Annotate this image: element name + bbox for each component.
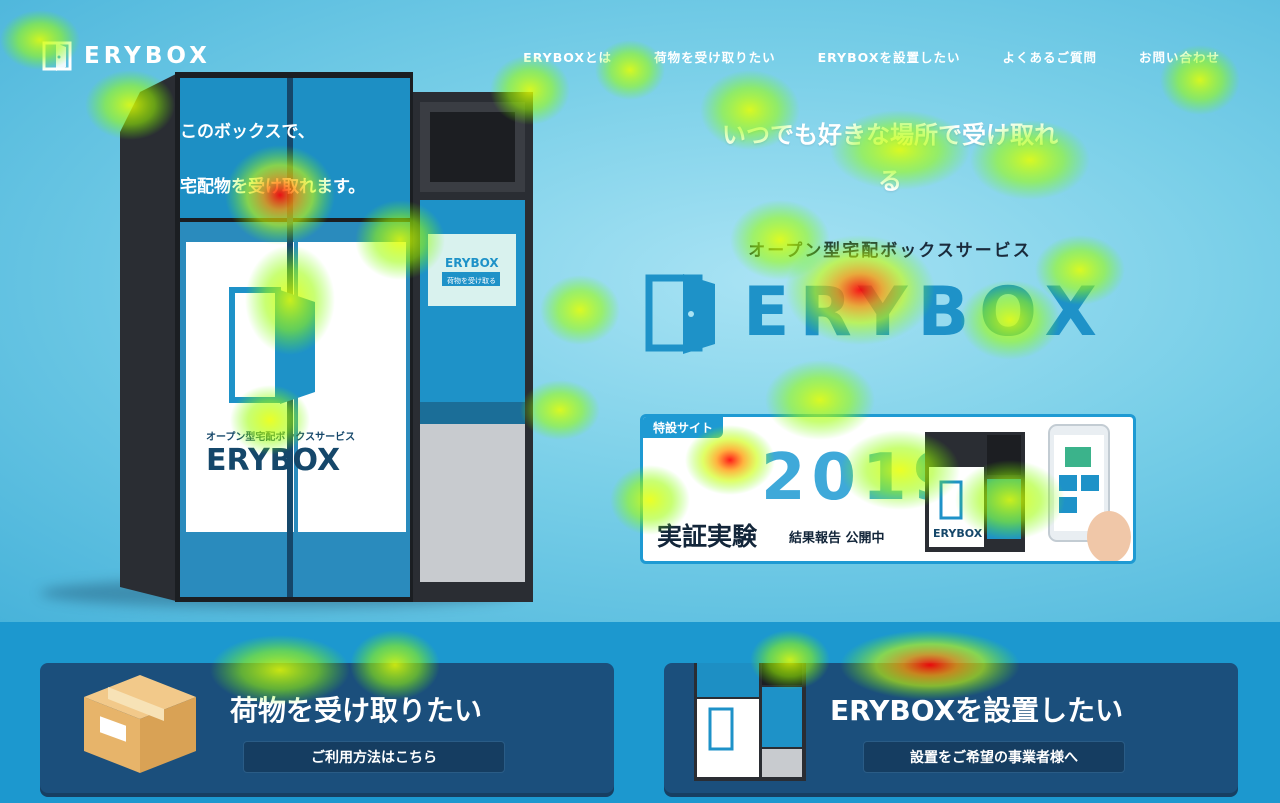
banner-phone-image [1048,424,1131,561]
nav-receive[interactable]: 荷物を受け取りたい [654,47,776,66]
banner-mini-logo: ERYBOX [933,527,983,540]
hero-logo: ERYBOX [645,270,1107,354]
install-card[interactable]: ERYBOXを設置したい 設置をご希望の事業者様へ [664,663,1238,793]
nav-install[interactable]: ERYBOXを設置したい [818,47,961,66]
hero-subheading: オープン型宅配ボックスサービス [748,241,1032,261]
hero-section: ERYBOX ERYBOXとは 荷物を受け取りたい ERYBOXを設置したい よ… [0,0,1280,622]
panel-text-2: 宅配物を受け取れます。 [180,176,365,197]
screen-logo: ERYBOX [445,256,499,270]
door-logo-large-icon [645,274,715,354]
locker-machine-image: このボックスで、 宅配物を受け取れます。 オープン型宅配ボックスサービス ERY… [120,72,533,602]
nav-contact[interactable]: お問い合わせ [1139,47,1220,66]
banner-subtitle: 結果報告 公開中 [789,531,885,546]
receive-card[interactable]: 荷物を受け取りたい ご利用方法はこちら [40,663,614,793]
receive-card-title: 荷物を受け取りたい [230,694,483,727]
install-locker-icon [694,663,806,781]
nav-faq[interactable]: よくあるご質問 [1002,47,1097,66]
install-card-title: ERYBOXを設置したい [830,694,1124,727]
special-site-banner[interactable]: 特設サイト 2019 実証実験 結果報告 公開中 ERYBOX [640,414,1136,564]
banner-title: 実証実験 [657,522,758,551]
headline-line-2: る [878,167,902,195]
hero-logo-text: ERYBOX [743,272,1107,352]
package-box-icon [84,675,196,773]
banner-tag: 特設サイト [643,417,724,438]
door-caption: オープン型宅配ボックスサービス [206,430,355,443]
install-business-button[interactable]: 設置をご希望の事業者様へ [863,741,1125,773]
screen-button-label: 荷物を受け取る [447,276,496,285]
banner-locker-image: ERYBOX [925,432,1025,552]
panel-text-1: このボックスで、 [180,122,315,142]
hero-headline: いつでも好きな場所で受け取れ る [640,112,1140,204]
receive-howto-button[interactable]: ご利用方法はこちら [243,741,505,773]
main-nav: ERYBOXとは 荷物を受け取りたい ERYBOXを設置したい よくあるご質問 … [523,47,1220,66]
headline-line-1: いつでも好きな場所で受け取れ [722,121,1058,149]
door-logo-icon [42,41,72,71]
door-logo: ERYBOX [206,443,340,478]
